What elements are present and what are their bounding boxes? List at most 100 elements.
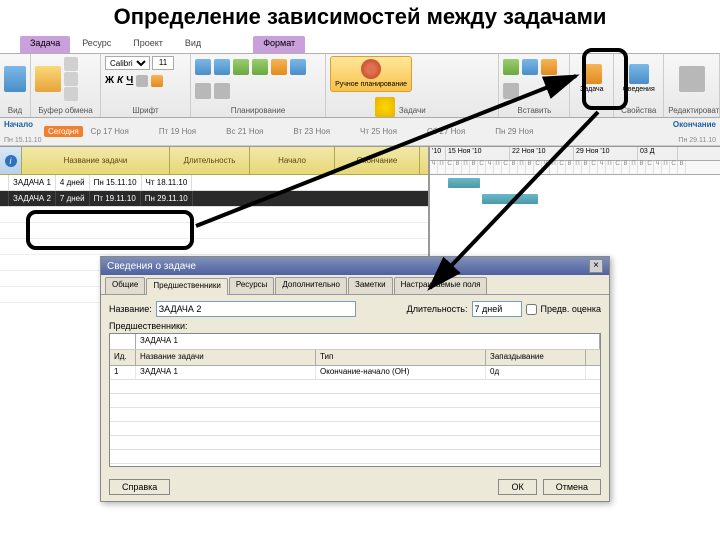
pred-section-label: Предшественники: [109,321,601,331]
manual-schedule-button[interactable]: Ручное планирование [330,56,412,92]
task2-name[interactable]: ЗАДАЧА 2 [9,191,56,206]
format-painter-icon[interactable] [64,87,78,101]
close-icon[interactable]: × [589,259,603,273]
pred-edit-cell[interactable]: ЗАДАЧА 1 [136,334,600,349]
col-start[interactable]: Начало [250,147,335,174]
task2-dur[interactable]: 7 дней [56,191,90,206]
pred-col-id: Ид. [110,350,136,365]
day-cell: С [590,161,598,174]
props-label: Свойства [618,106,659,115]
day-cell: Ч [542,161,550,174]
dtab-predecessors[interactable]: Предшественники [146,278,228,295]
day-cell: С [558,161,566,174]
name-input[interactable] [156,301,356,317]
dtab-custom[interactable]: Настраиваемые поля [394,277,488,294]
col-name[interactable]: Название задачи [22,147,170,174]
day-cell: П [574,161,582,174]
font-color-icon[interactable] [151,75,163,87]
pred1-lag[interactable]: 0д [486,366,586,379]
dtab-advanced[interactable]: Дополнительно [275,277,347,294]
col-finish[interactable]: Окончание [335,147,420,174]
task-icon [582,64,602,84]
pred-col-lag: Запаздывание [486,350,586,365]
timeline-d4: Чт 25 Ноя [360,127,397,136]
time-header-days: ЧПСВПВСЧПСВПВСЧПСВПВСЧПСВПВСЧПСВ [430,161,720,175]
day-cell: П [606,161,614,174]
task1-dur[interactable]: 4 дней [56,175,90,190]
unlink-icon[interactable] [195,83,211,99]
day-cell: П [550,161,558,174]
insert-icon3[interactable] [541,59,557,75]
tab-view[interactable]: Вид [175,36,211,53]
help-button[interactable]: Справка [109,479,170,495]
sched-icon2[interactable] [214,59,230,75]
pred1-type[interactable]: Окончание-начало (ОН) [316,366,486,379]
estimate-checkbox[interactable] [526,304,537,315]
tab-task[interactable]: Задача [20,36,70,53]
link-icon[interactable] [290,59,306,75]
tab-resource[interactable]: Ресурс [72,36,121,53]
dtab-general[interactable]: Общие [105,277,145,294]
day-cell: С [670,161,678,174]
timeline-d6: Пн 29 Ноя [495,127,533,136]
sched-icon4[interactable] [252,59,268,75]
font-size-select[interactable]: 11 [152,56,174,70]
day-cell: В [526,161,534,174]
sched-icon3[interactable] [233,59,249,75]
insert-label: Вставить [503,106,565,115]
week-0: '10 [430,147,446,160]
day-cell: П [494,161,502,174]
task-row-1[interactable]: ЗАДАЧА 1 4 дней Пн 15.11.10 Чт 18.11.10 [0,175,428,191]
task2-start[interactable]: Пт 19.11.10 [90,191,141,206]
timeline-today: Сегодня [44,126,83,137]
info-button[interactable]: Сведения [619,62,659,96]
copy-icon[interactable] [64,72,78,86]
underline-button[interactable]: Ч [126,75,133,87]
col-duration[interactable]: Длительность [170,147,250,174]
gantt-view-icon[interactable] [4,66,26,92]
insert-icon1[interactable] [503,59,519,75]
schedule-label: Планирование [195,106,321,115]
insert-icon4[interactable] [503,83,519,99]
cut-icon[interactable] [64,57,78,71]
day-cell: П [462,161,470,174]
split-icon[interactable] [214,83,230,99]
italic-button[interactable]: К [117,75,123,87]
task1-finish[interactable]: Чт 18.11.10 [142,175,193,190]
edit-label: Редактировать [668,106,715,115]
day-cell: В [510,161,518,174]
task-button[interactable]: Задача [576,62,608,96]
task1-start[interactable]: Пн 15.11.10 [90,175,142,190]
dtab-resources[interactable]: Ресурсы [229,277,275,294]
gantt-bar-task1[interactable] [448,178,480,188]
fill-color-icon[interactable] [136,75,148,87]
cancel-button[interactable]: Отмена [543,479,601,495]
task-row-2[interactable]: ЗАДАЧА 2 7 дней Пт 19.11.10 Пн 29.11.10 [0,191,428,207]
day-cell: С [614,161,622,174]
dialog-title: Сведения о задаче [107,261,196,272]
tab-project[interactable]: Проект [123,36,173,53]
task1-name[interactable]: ЗАДАЧА 1 [9,175,56,190]
pred1-id[interactable]: 1 [110,366,136,379]
ok-button[interactable]: ОК [498,479,536,495]
paste-icon[interactable] [35,66,61,92]
pred1-name[interactable]: ЗАДАЧА 1 [136,366,316,379]
duration-input[interactable] [472,301,522,317]
week-3: 29 Ноя '10 [574,147,638,160]
timeline-d3: Вт 23 Ноя [293,127,330,136]
edit-icon[interactable] [679,66,705,92]
dialog-tabs: Общие Предшественники Ресурсы Дополнител… [101,277,609,295]
pin-icon [361,59,381,79]
task2-finish[interactable]: Пн 29.11.10 [141,191,193,206]
font-name-select[interactable]: Calibri [105,56,150,70]
dtab-notes[interactable]: Заметки [348,277,393,294]
gantt-bar-task2[interactable] [482,194,538,204]
bold-button[interactable]: Ж [105,75,114,87]
dialog-titlebar[interactable]: Сведения о задаче × [101,257,609,275]
insert-icon2[interactable] [522,59,538,75]
pred-row-1[interactable]: 1 ЗАДАЧА 1 Окончание-начало (ОН) 0д [110,366,600,380]
sched-icon5[interactable] [271,59,287,75]
timeline-end-label: Окончание [673,120,716,129]
sched-icon1[interactable] [195,59,211,75]
tab-format[interactable]: Формат [253,36,305,53]
